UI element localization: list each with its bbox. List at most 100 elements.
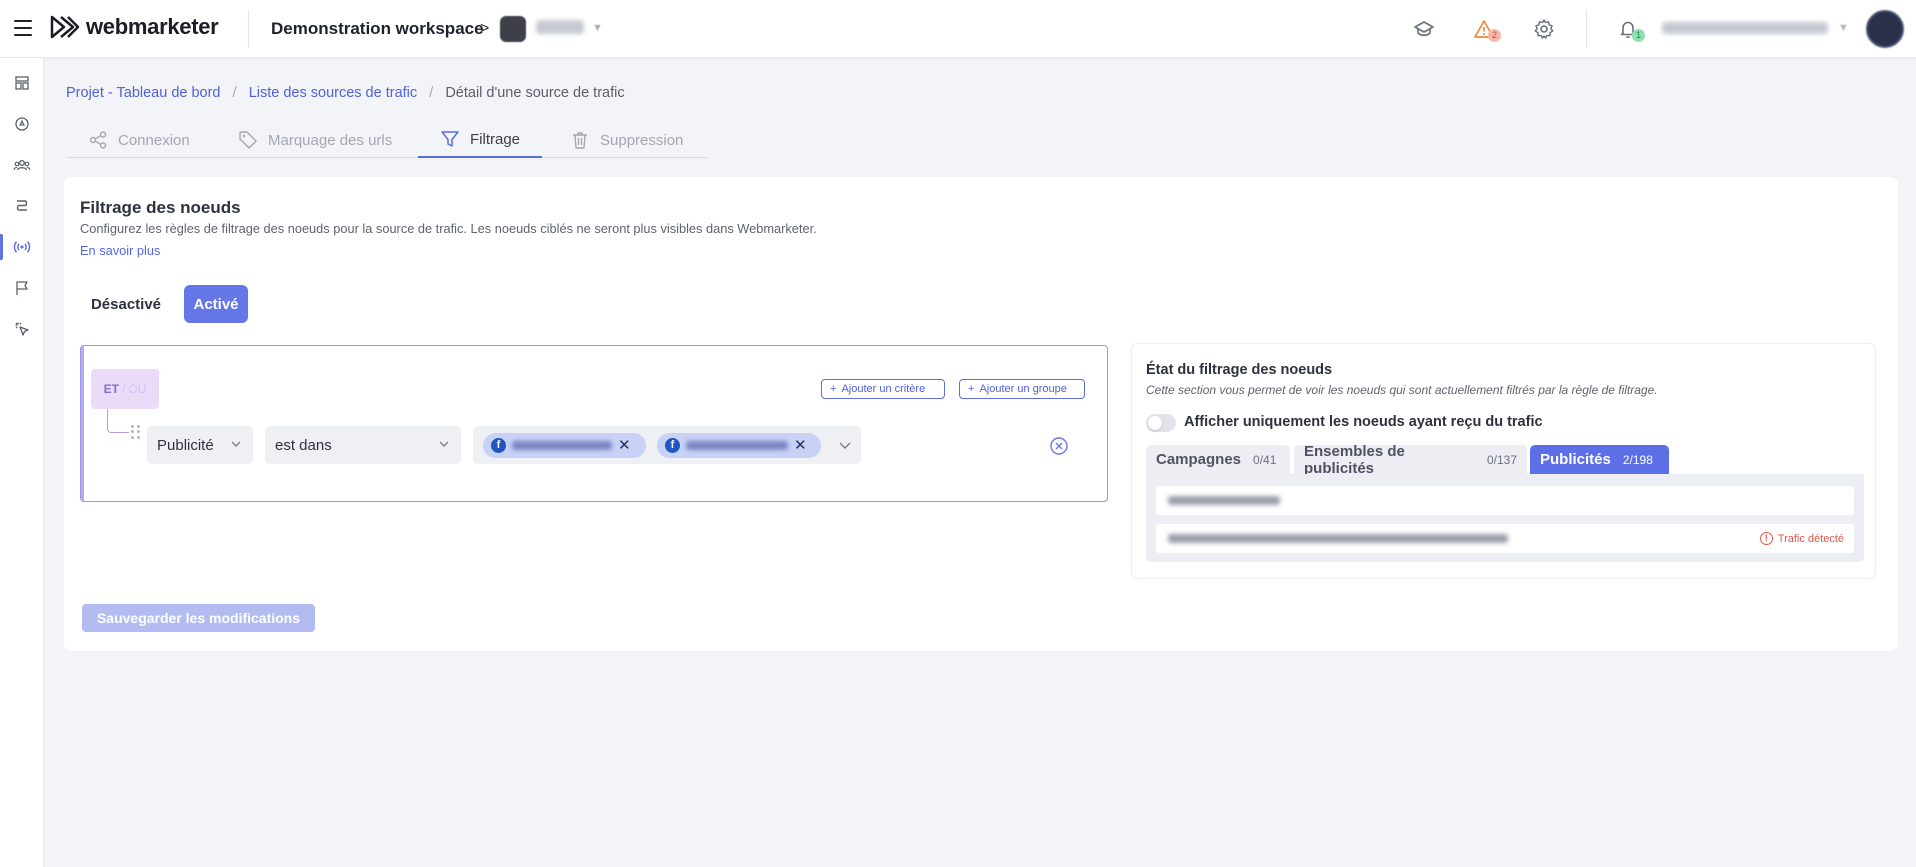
- breadcrumb: Projet - Tableau de bord / Liste des sou…: [66, 84, 625, 101]
- field-select-value: Publicité: [157, 436, 214, 454]
- logo-icon: [50, 15, 80, 39]
- tab-deletion[interactable]: Suppression: [548, 122, 705, 158]
- tab-ads[interactable]: Publicités 2/198: [1530, 445, 1669, 474]
- filter-card: Filtrage des noeuds Configurez les règle…: [64, 177, 1898, 651]
- breadcrumb-current: Détail d'une source de trafic: [445, 84, 625, 101]
- and-or-toggle[interactable]: ET / OU: [91, 369, 159, 409]
- drag-handle-icon[interactable]: [131, 425, 141, 439]
- operator-select-value: est dans: [275, 436, 332, 454]
- remove-criterion-icon[interactable]: [1049, 436, 1069, 456]
- tab-url-tagging[interactable]: Marquage des urls: [216, 122, 414, 158]
- breadcrumb-separator: /: [429, 84, 434, 101]
- tab-filtering[interactable]: Filtrage: [418, 122, 543, 158]
- sidebar-item-traffic-sources[interactable]: [0, 232, 44, 262]
- or-label: OU: [128, 382, 147, 396]
- tab-label: Filtrage: [470, 130, 521, 148]
- section-title: Filtrage des noeuds: [80, 198, 241, 217]
- traffic-only-switch[interactable]: [1146, 414, 1176, 432]
- bell-count-badge: 1: [1632, 29, 1645, 42]
- workspace-name[interactable]: Demonstration workspace: [271, 19, 484, 39]
- chevron-down-icon: [231, 441, 241, 447]
- value-chip-label: [512, 441, 612, 450]
- tab-ad-sets[interactable]: Ensembles de publicités 0/137: [1294, 442, 1527, 477]
- breadcrumb-project[interactable]: Projet - Tableau de bord: [66, 85, 221, 101]
- gear-icon[interactable]: [1532, 17, 1556, 41]
- tab-label: Campagnes: [1156, 451, 1242, 468]
- project-avatar[interactable]: [500, 16, 526, 42]
- facebook-icon: f: [491, 438, 506, 453]
- divider: [248, 10, 249, 48]
- tab-count: 2/198: [1622, 452, 1653, 467]
- close-icon[interactable]: ✕: [618, 438, 631, 453]
- graduation-cap-icon[interactable]: [1412, 17, 1436, 41]
- add-criterion-label: Ajouter un critère: [841, 383, 926, 395]
- state-title: État du filtrage des noeuds: [1146, 362, 1333, 378]
- list-item: [1156, 486, 1854, 515]
- facebook-icon: f: [665, 438, 680, 453]
- tab-count: 0/137: [1486, 452, 1517, 467]
- node-name: [1168, 534, 1508, 543]
- tree-connector: [107, 409, 129, 433]
- logo[interactable]: webmarketer: [50, 14, 219, 40]
- dashboard-icon: [15, 76, 29, 90]
- field-select[interactable]: Publicité: [147, 426, 253, 464]
- filtered-nodes-list: ! Trafic détecté: [1146, 474, 1864, 562]
- flag-icon: [16, 281, 28, 295]
- project-name[interactable]: [536, 20, 584, 34]
- node-name: [1168, 496, 1280, 505]
- breadcrumb-traffic-sources[interactable]: Liste des sources de trafic: [249, 85, 417, 101]
- separator: /: [122, 382, 126, 396]
- bell-icon[interactable]: 1: [1616, 17, 1645, 42]
- divider: [1586, 10, 1587, 48]
- operator-select[interactable]: est dans: [265, 426, 461, 464]
- add-group-label: Ajouter un groupe: [979, 383, 1067, 395]
- sidebar-item-path[interactable]: [0, 191, 44, 221]
- list-item: ! Trafic détecté: [1156, 524, 1854, 553]
- menu-icon[interactable]: [14, 20, 32, 36]
- add-criterion-button[interactable]: + Ajouter un critère: [821, 379, 945, 399]
- enabled-toggle-button[interactable]: Activé: [184, 285, 248, 323]
- target-icon: [15, 117, 29, 131]
- value-chip[interactable]: f ✕: [483, 433, 646, 458]
- alert-circle-icon: !: [1759, 532, 1773, 545]
- tab-label: Suppression: [600, 131, 684, 149]
- top-bar: webmarketer Demonstration workspace > ▼ …: [0, 0, 1916, 58]
- tab-campaigns[interactable]: Campagnes 0/41: [1146, 445, 1290, 474]
- sidebar-item-goals[interactable]: [0, 273, 44, 303]
- avatar[interactable]: [1866, 10, 1904, 48]
- and-label: ET: [103, 382, 119, 396]
- broadcast-icon: [13, 241, 31, 253]
- user-email[interactable]: [1662, 22, 1828, 34]
- sidebar-item-dashboard[interactable]: [0, 68, 44, 98]
- chevron-down-icon: [439, 441, 449, 447]
- share-icon: [89, 131, 107, 149]
- section-description: Configurez les règles de filtrage des no…: [80, 221, 817, 236]
- users-icon: [13, 160, 31, 171]
- workspace-chevron: >: [480, 20, 490, 37]
- save-button[interactable]: Sauvegarder les modifications: [82, 604, 315, 632]
- path-icon: [16, 200, 28, 211]
- filter-icon: [441, 131, 459, 147]
- tab-label: Marquage des urls: [268, 131, 393, 149]
- sidebar-item-clicks[interactable]: [0, 314, 44, 344]
- sidebar: [0, 58, 44, 867]
- tab-connexion[interactable]: Connexion: [66, 122, 212, 158]
- warning-icon[interactable]: 2: [1472, 17, 1501, 42]
- state-description: Cette section vous permet de voir les no…: [1146, 383, 1658, 397]
- value-chip[interactable]: f ✕: [657, 433, 821, 458]
- close-icon[interactable]: ✕: [794, 438, 807, 453]
- plus-icon: +: [968, 383, 975, 395]
- disabled-toggle-button[interactable]: Désactivé: [80, 285, 172, 323]
- tab-count: 0/41: [1253, 452, 1277, 467]
- logo-text: webmarketer: [86, 14, 219, 39]
- tab-label: Ensembles de publicités: [1304, 442, 1405, 477]
- chevron-down-icon[interactable]: ▼: [592, 22, 603, 34]
- chevron-down-icon: [839, 442, 851, 449]
- add-group-button[interactable]: + Ajouter un groupe: [959, 379, 1085, 399]
- sidebar-item-audience[interactable]: [0, 150, 44, 180]
- rule-group: ET / OU + Ajouter un critère + Ajouter u…: [80, 345, 1108, 502]
- state-tabs: Campagnes 0/41 Ensembles de publicités 0…: [1146, 442, 1864, 477]
- chevron-down-icon[interactable]: ▼: [1838, 22, 1849, 34]
- learn-more-link[interactable]: En savoir plus: [80, 243, 160, 258]
- sidebar-item-target[interactable]: [0, 109, 44, 139]
